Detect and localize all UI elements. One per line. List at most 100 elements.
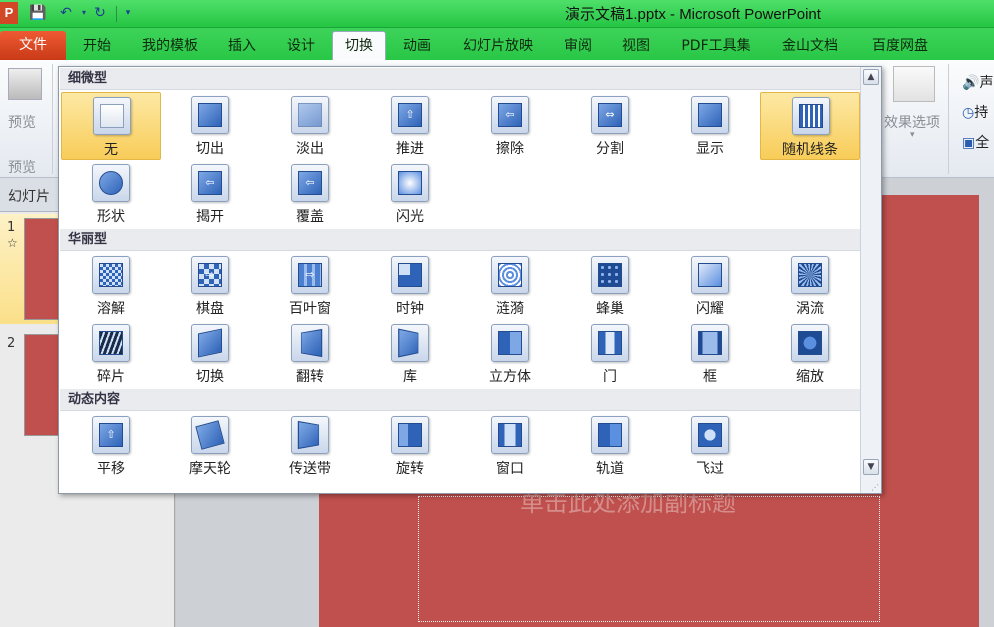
scroll-down-icon[interactable]: ▼ [863, 459, 879, 475]
tab-slideshow[interactable]: 幻灯片放映 [452, 32, 544, 60]
transition-label: 擦除 [460, 138, 560, 158]
transition-pan-icon: ⇧ [92, 416, 130, 454]
transition-ripple[interactable]: 涟漪 [460, 252, 560, 320]
subtitle-placeholder[interactable]: 单击此处添加副标题 [418, 496, 880, 622]
transition-reveal[interactable]: 显示 [660, 92, 760, 160]
transition-label: 切换 [160, 366, 260, 386]
clock-icon: ◷ [962, 105, 974, 121]
tab-pdf-tools[interactable]: PDF工具集 [670, 32, 762, 60]
transition-label: 飞过 [660, 458, 760, 478]
transition-box[interactable]: 框 [660, 320, 760, 388]
transition-uncover[interactable]: ⇦ 揭开 [160, 160, 260, 228]
tab-home[interactable]: 开始 [74, 32, 120, 60]
chevron-down-icon: ▾ [910, 130, 915, 140]
transition-cover[interactable]: ⇦ 覆盖 [260, 160, 360, 228]
transition-window[interactable]: 窗口 [460, 412, 560, 480]
transition-zoom[interactable]: 缩放 [760, 320, 860, 388]
tab-kingsoft-docs[interactable]: 金山文档 [772, 32, 848, 60]
apply-all-option[interactable]: ▣全 [962, 132, 989, 152]
transition-fly-through[interactable]: 飞过 [660, 412, 760, 480]
section-header-exciting: 华丽型 [60, 229, 860, 251]
transition-label: 框 [660, 366, 760, 386]
transition-label: 覆盖 [260, 206, 360, 226]
transition-dissolve[interactable]: 溶解 [61, 252, 161, 320]
transition-pan[interactable]: ⇧ 平移 [61, 412, 161, 480]
transition-honeycomb[interactable]: 蜂巢 [560, 252, 660, 320]
transition-label: 时钟 [360, 298, 460, 318]
transition-shred[interactable]: 碎片 [61, 320, 161, 388]
transition-conveyor-icon [291, 416, 329, 454]
transition-cover-icon: ⇦ [291, 164, 329, 202]
transition-push-icon: ⇧ [391, 96, 429, 134]
transition-rotate[interactable]: 旋转 [360, 412, 460, 480]
transition-checkerboard-icon: ⇨ [191, 256, 229, 294]
tab-insert[interactable]: 插入 [219, 32, 265, 60]
transition-label: 无 [62, 139, 160, 159]
transition-glitter[interactable]: 闪耀 [660, 252, 760, 320]
transition-clock-icon [391, 256, 429, 294]
transition-label: 窗口 [460, 458, 560, 478]
scroll-up-icon[interactable]: ▲ [863, 69, 879, 85]
transition-gallery-effect[interactable]: 库 [360, 320, 460, 388]
section-header-subtle: 细微型 [60, 68, 860, 90]
transition-none[interactable]: 无 [61, 92, 161, 160]
save-icon[interactable]: 💾 [29, 4, 45, 22]
effect-options-icon[interactable] [893, 66, 935, 102]
transition-clock[interactable]: 时钟 [360, 252, 460, 320]
duration-option[interactable]: ◷持 [962, 102, 988, 122]
redo-icon[interactable]: ↻ [92, 4, 108, 22]
window-title: 演示文稿1.pptx - Microsoft PowerPoint [565, 3, 821, 24]
transition-checkerboard[interactable]: ⇨ 棋盘 [160, 252, 260, 320]
transition-fade[interactable]: 淡出 [260, 92, 360, 160]
apply-all-label: 全 [975, 135, 989, 151]
tab-view[interactable]: 视图 [612, 32, 660, 60]
transition-random-bars[interactable]: 随机线条 [760, 92, 860, 160]
tab-file[interactable]: 文件 [0, 31, 66, 60]
transition-label: 形状 [61, 206, 161, 226]
transition-conveyor[interactable]: 传送带 [260, 412, 360, 480]
transition-box-icon [691, 324, 729, 362]
transition-cut[interactable]: 切出 [160, 92, 260, 160]
transition-flash[interactable]: 闪光 [360, 160, 460, 228]
undo-icon[interactable]: ↶ [58, 4, 74, 22]
transition-label: 切出 [160, 138, 260, 158]
transition-window-icon [491, 416, 529, 454]
transition-blinds[interactable]: ⇨ 百叶窗 [260, 252, 360, 320]
gallery-scrollbar[interactable]: ▲ ▼ [860, 67, 881, 493]
effect-options-button[interactable]: 效果选项 [884, 112, 940, 132]
powerpoint-app-icon[interactable]: P [0, 2, 18, 24]
transition-wipe-icon: ⇦ [491, 96, 529, 134]
transition-cut-icon [191, 96, 229, 134]
transition-blinds-icon: ⇨ [291, 256, 329, 294]
preview-button[interactable]: 预览 [8, 112, 36, 132]
transition-doors[interactable]: 门 [560, 320, 660, 388]
transition-shape[interactable]: 形状 [61, 160, 161, 228]
transition-switch[interactable]: 切换 [160, 320, 260, 388]
transition-flip[interactable]: 翻转 [260, 320, 360, 388]
preview-icon[interactable] [8, 68, 42, 100]
transition-split[interactable]: ⇔ 分割 [560, 92, 660, 160]
transition-wipe[interactable]: ⇦ 擦除 [460, 92, 560, 160]
duration-label: 持 [974, 105, 988, 121]
transition-label: 门 [560, 366, 660, 386]
resize-grip-icon[interactable]: ⋰ [871, 483, 879, 492]
tab-design[interactable]: 设计 [277, 32, 325, 60]
undo-dropdown-icon[interactable]: ▾ [76, 4, 92, 22]
tab-review[interactable]: 审阅 [554, 32, 602, 60]
transition-orbit[interactable]: 轨道 [560, 412, 660, 480]
tab-animations[interactable]: 动画 [393, 32, 441, 60]
transition-cube[interactable]: 立方体 [460, 320, 560, 388]
customize-toolbar-icon[interactable]: ▾ [120, 4, 136, 22]
transition-fly-through-icon [691, 416, 729, 454]
transition-label: 传送带 [260, 458, 360, 478]
transition-switch-icon [191, 324, 229, 362]
tab-baidu-netdisk[interactable]: 百度网盘 [860, 32, 940, 60]
transition-vortex-icon [791, 256, 829, 294]
transition-push[interactable]: ⇧ 推进 [360, 92, 460, 160]
tab-transitions[interactable]: 切换 [332, 31, 386, 60]
transition-ferris-wheel[interactable]: 摩天轮 [160, 412, 260, 480]
transition-vortex[interactable]: 涡流 [760, 252, 860, 320]
preview-group-label: 预览 [8, 157, 36, 177]
sound-option[interactable]: 🔊声 [962, 72, 993, 92]
tab-my-templates[interactable]: 我的模板 [132, 32, 208, 60]
